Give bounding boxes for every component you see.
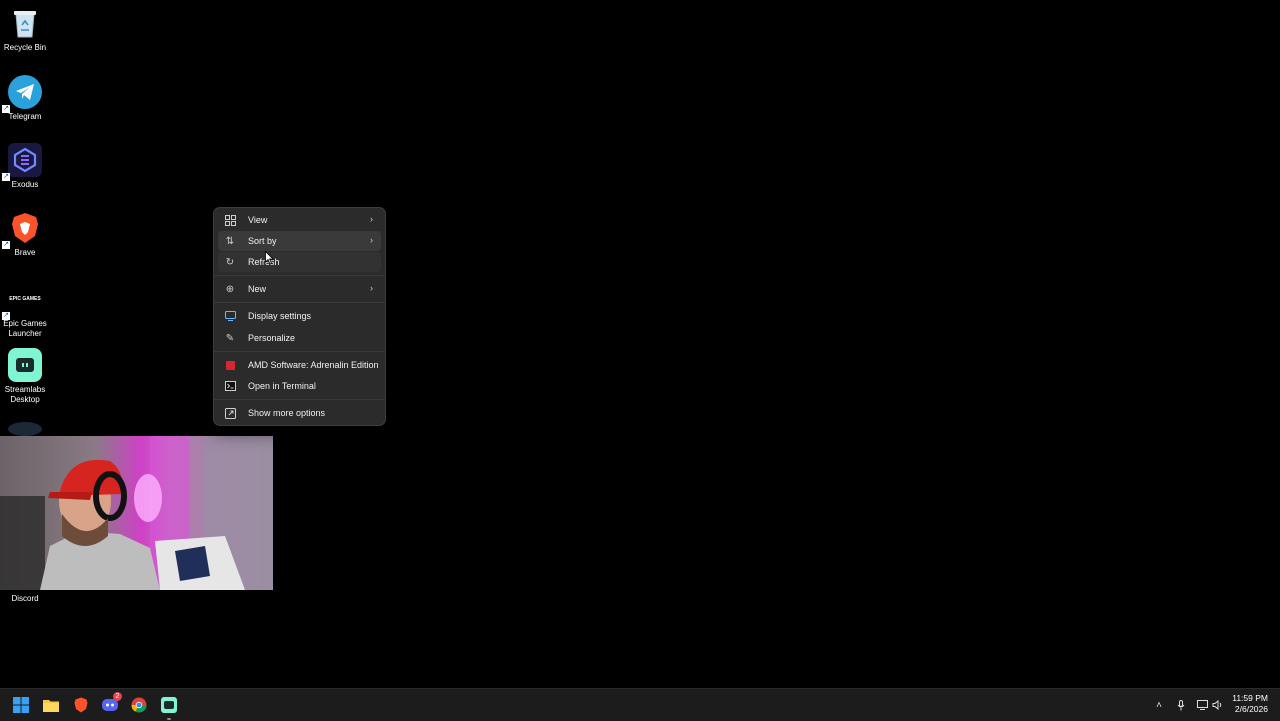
system-clock[interactable]: 11:59 PM 2/6/2026 bbox=[1232, 693, 1268, 715]
shortcut-arrow-icon: ↗ bbox=[2, 241, 10, 249]
webcam-person-illustration bbox=[0, 436, 273, 590]
desktop-icon-recycle-bin[interactable]: Recycle Bin bbox=[2, 6, 48, 53]
exodus-icon: ↗ bbox=[2, 143, 42, 181]
desktop-icon-exodus[interactable]: ↗ Exodus bbox=[2, 143, 48, 190]
desktop-icon-label: Recycle Bin bbox=[3, 43, 47, 52]
menu-item-personalize[interactable]: ✎ Personalize bbox=[218, 328, 381, 348]
chevron-right-icon: › bbox=[370, 214, 373, 224]
desktop-icon-streamlabs[interactable]: Streamlabs Desktop bbox=[2, 348, 48, 405]
menu-item-view[interactable]: View › bbox=[218, 210, 381, 230]
desktop-icon-brave[interactable]: ↗ Brave bbox=[2, 211, 48, 258]
refresh-icon: ↻ bbox=[225, 256, 235, 268]
taskbar-brave[interactable] bbox=[71, 695, 91, 715]
pen-icon: ✎ bbox=[225, 332, 235, 344]
plus-circle-icon: ⊕ bbox=[225, 283, 235, 295]
display-icon bbox=[224, 310, 236, 322]
menu-item-open-terminal[interactable]: Open in Terminal bbox=[218, 376, 381, 396]
clock-date: 2/6/2026 bbox=[1234, 704, 1268, 714]
chevron-right-icon: › bbox=[370, 283, 373, 293]
clock-time: 11:59 PM bbox=[1232, 693, 1268, 703]
volume-icon[interactable] bbox=[1211, 699, 1223, 711]
menu-divider bbox=[214, 275, 385, 276]
folder-icon bbox=[43, 700, 59, 712]
desktop-icon-label: Exodus bbox=[11, 180, 39, 189]
brave-lion-icon: ↗ bbox=[2, 211, 42, 249]
menu-item-label: New bbox=[248, 284, 267, 294]
menu-item-label: Refresh bbox=[248, 257, 280, 267]
menu-item-label: Display settings bbox=[248, 311, 312, 321]
taskbar-discord[interactable]: 2 bbox=[100, 692, 122, 715]
webcam-overlay bbox=[0, 436, 273, 590]
desktop-icon-label: Telegram bbox=[8, 112, 42, 121]
menu-item-sort-by[interactable]: ⇅ Sort by › bbox=[218, 231, 381, 251]
notification-badge: 2 bbox=[113, 692, 122, 701]
desktop-icon-telegram[interactable]: ↗ Telegram bbox=[2, 75, 48, 122]
desktop-icon-epic-games[interactable]: EPIC GAMES ↗ Epic Games Launcher bbox=[2, 282, 48, 339]
menu-item-label: Open in Terminal bbox=[248, 381, 316, 391]
shortcut-arrow-icon: ↗ bbox=[2, 312, 10, 320]
shortcut-arrow-icon: ↗ bbox=[2, 173, 10, 181]
desktop-icon-label: Brave bbox=[14, 248, 36, 257]
menu-divider bbox=[214, 399, 385, 400]
mouse-cursor-icon bbox=[265, 251, 274, 265]
menu-item-label: Show more options bbox=[248, 408, 326, 418]
desktop-icon-label: Discord bbox=[11, 594, 39, 603]
recycle-bin-icon bbox=[8, 6, 42, 40]
microphone-icon[interactable] bbox=[1175, 699, 1187, 711]
steam-icon bbox=[8, 422, 42, 436]
terminal-icon bbox=[224, 380, 236, 392]
show-hidden-icons-chevron-icon[interactable]: ˄ bbox=[1153, 699, 1165, 711]
grid-icon bbox=[224, 214, 236, 226]
share-icon bbox=[224, 407, 236, 419]
menu-divider bbox=[214, 351, 385, 352]
network-icon[interactable] bbox=[1196, 699, 1208, 711]
menu-item-new[interactable]: ⊕ New › bbox=[218, 279, 381, 299]
menu-item-refresh[interactable]: ↻ Refresh bbox=[218, 252, 381, 272]
chrome-icon bbox=[131, 697, 147, 713]
sort-icon: ⇅ bbox=[225, 235, 235, 247]
desktop-context-menu: View › ⇅ Sort by › ↻ Refresh ⊕ New › Dis… bbox=[213, 207, 386, 426]
desktop-icon-steam-partial[interactable] bbox=[2, 422, 48, 436]
start-button[interactable] bbox=[11, 695, 31, 715]
amd-icon bbox=[224, 359, 236, 371]
desktop-icon-label: Streamlabs Desktop bbox=[4, 385, 46, 404]
menu-item-amd-software[interactable]: AMD Software: Adrenalin Edition bbox=[218, 355, 381, 375]
brave-icon bbox=[74, 697, 88, 713]
menu-item-label: Personalize bbox=[248, 333, 296, 343]
menu-item-label: Sort by bbox=[248, 236, 277, 246]
epic-games-logo-icon: EPIC GAMES ↗ bbox=[2, 282, 42, 320]
desktop-icon-label: Epic Games Launcher bbox=[3, 319, 47, 338]
epic-logo-text: EPIC GAMES bbox=[9, 296, 41, 302]
taskbar-file-explorer[interactable] bbox=[41, 695, 61, 715]
desktop-icon-discord[interactable]: Discord bbox=[2, 591, 48, 604]
menu-divider bbox=[214, 302, 385, 303]
taskbar: 2 ˄ 11:59 PM 2/6/2026 bbox=[0, 688, 1280, 721]
streamlabs-icon bbox=[161, 697, 177, 713]
menu-item-label: AMD Software: Adrenalin Edition bbox=[248, 360, 379, 370]
menu-item-display-settings[interactable]: Display settings bbox=[218, 306, 381, 326]
taskbar-chrome[interactable] bbox=[129, 695, 149, 715]
menu-item-label: View bbox=[248, 215, 268, 225]
windows-logo-icon bbox=[13, 697, 29, 713]
telegram-icon: ↗ bbox=[2, 75, 42, 113]
streamlabs-icon bbox=[8, 348, 42, 382]
shortcut-arrow-icon: ↗ bbox=[2, 105, 10, 113]
chevron-right-icon: › bbox=[370, 235, 373, 245]
taskbar-streamlabs[interactable] bbox=[159, 695, 179, 715]
menu-item-show-more-options[interactable]: Show more options bbox=[218, 403, 381, 423]
